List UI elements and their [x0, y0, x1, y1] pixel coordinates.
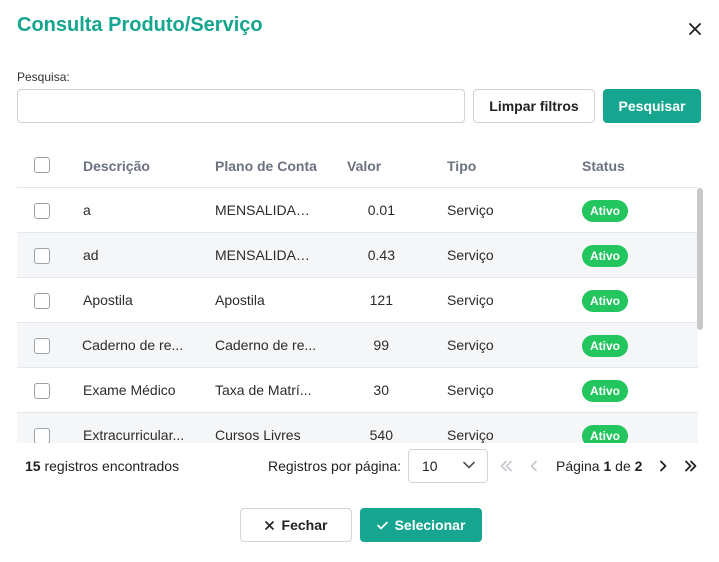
page-total: 2 [634, 458, 643, 474]
close-dialog-label: Fechar [281, 517, 328, 533]
per-page-select[interactable]: 10 [408, 449, 488, 483]
header-plano-de-conta[interactable]: Plano de Conta [215, 158, 317, 174]
search-input[interactable] [17, 89, 465, 123]
cell-plano: Cursos Livres [215, 427, 301, 443]
dialog-title: Consulta Produto/Serviço [17, 14, 263, 36]
next-page-button[interactable] [655, 458, 671, 474]
records-count-number: 15 [25, 458, 41, 474]
cell-descricao: Caderno de re... [82, 337, 184, 353]
status-badge: Ativo [582, 335, 628, 357]
row-checkbox[interactable] [34, 248, 50, 264]
table-header: Descrição Plano de Conta Valor Tipo Stat… [17, 143, 698, 188]
cell-descricao: ad [83, 247, 99, 263]
close-dialog-button[interactable]: Fechar [240, 508, 352, 542]
cell-plano: Apostila [215, 292, 265, 308]
row-checkbox[interactable] [34, 293, 50, 309]
cell-tipo: Serviço [447, 337, 494, 353]
prev-page-button[interactable] [526, 458, 542, 474]
cell-descricao: Exame Médico [83, 382, 176, 398]
cell-valor: 0.43 [367, 247, 395, 263]
check-icon [376, 521, 388, 529]
cell-tipo: Serviço [447, 292, 494, 308]
cell-plano: Taxa de Matrí... [215, 382, 312, 398]
cell-tipo: Serviço [447, 247, 494, 263]
header-valor[interactable]: Valor [347, 158, 381, 174]
table-row[interactable]: ad MENSALIDADE... 0.43 Serviço Ativo [17, 233, 698, 278]
status-badge: Ativo [582, 425, 628, 443]
cell-valor: 0.01 [367, 202, 395, 218]
page-prefix: Página [556, 458, 604, 474]
cell-valor: 99 [373, 337, 389, 353]
select-all-checkbox[interactable] [34, 157, 50, 173]
row-checkbox[interactable] [34, 428, 50, 443]
records-count: 15 registros encontrados [25, 458, 179, 474]
cell-descricao: Apostila [83, 292, 133, 308]
double-chevron-left-icon [500, 460, 512, 472]
page-indicator: Página 1 de 2 [556, 458, 642, 474]
chevron-down-icon [463, 461, 475, 469]
row-checkbox[interactable] [34, 203, 50, 219]
cell-plano: Caderno de re... [215, 337, 317, 353]
cell-plano: MENSALIDADE... [215, 247, 320, 263]
table-row[interactable]: Caderno de re... Caderno de re... 99 Ser… [17, 323, 698, 368]
close-icon [264, 520, 274, 530]
table-row[interactable]: a MENSALIDADE... 0.01 Serviço Ativo [17, 188, 698, 233]
per-page-value: 10 [422, 458, 438, 474]
cell-descricao: Extracurricular... [83, 427, 185, 443]
search-button[interactable]: Pesquisar [603, 89, 701, 123]
row-checkbox[interactable] [34, 383, 50, 399]
cell-descricao: a [83, 202, 91, 218]
per-page-label: Registros por página: [268, 458, 402, 474]
cell-tipo: Serviço [447, 382, 494, 398]
chevron-left-icon [530, 460, 537, 472]
last-page-button[interactable] [683, 458, 699, 474]
chevron-right-icon [660, 460, 667, 472]
status-badge: Ativo [582, 245, 628, 267]
close-icon [689, 23, 701, 35]
close-button[interactable] [686, 20, 704, 38]
first-page-button[interactable] [498, 458, 514, 474]
cell-plano: MENSALIDADE... [215, 202, 320, 218]
records-count-label: registros encontrados [40, 458, 180, 474]
table-row[interactable]: Apostila Apostila 121 Serviço Ativo [17, 278, 698, 323]
page-of: de [611, 458, 635, 474]
select-button-label: Selecionar [394, 517, 466, 533]
cell-tipo: Serviço [447, 202, 494, 218]
header-descricao[interactable]: Descrição [83, 158, 150, 174]
row-checkbox[interactable] [34, 338, 50, 354]
header-tipo[interactable]: Tipo [447, 158, 476, 174]
cell-tipo: Serviço [447, 427, 494, 443]
header-status[interactable]: Status [582, 158, 625, 174]
results-table: Descrição Plano de Conta Valor Tipo Stat… [17, 143, 706, 443]
scrollbar-thumb[interactable] [697, 188, 703, 330]
status-badge: Ativo [582, 200, 628, 222]
cell-valor: 30 [373, 382, 389, 398]
double-chevron-right-icon [685, 460, 697, 472]
search-label: Pesquisa: [17, 70, 70, 84]
table-row[interactable]: Exame Médico Taxa de Matrí... 30 Serviço… [17, 368, 698, 413]
cell-valor: 121 [369, 292, 393, 308]
status-badge: Ativo [582, 380, 628, 402]
select-button[interactable]: Selecionar [360, 508, 482, 542]
clear-filters-button[interactable]: Limpar filtros [473, 89, 595, 123]
status-badge: Ativo [582, 290, 628, 312]
cell-valor: 540 [369, 427, 393, 443]
table-row[interactable]: Extracurricular... Cursos Livres 540 Ser… [17, 413, 698, 443]
